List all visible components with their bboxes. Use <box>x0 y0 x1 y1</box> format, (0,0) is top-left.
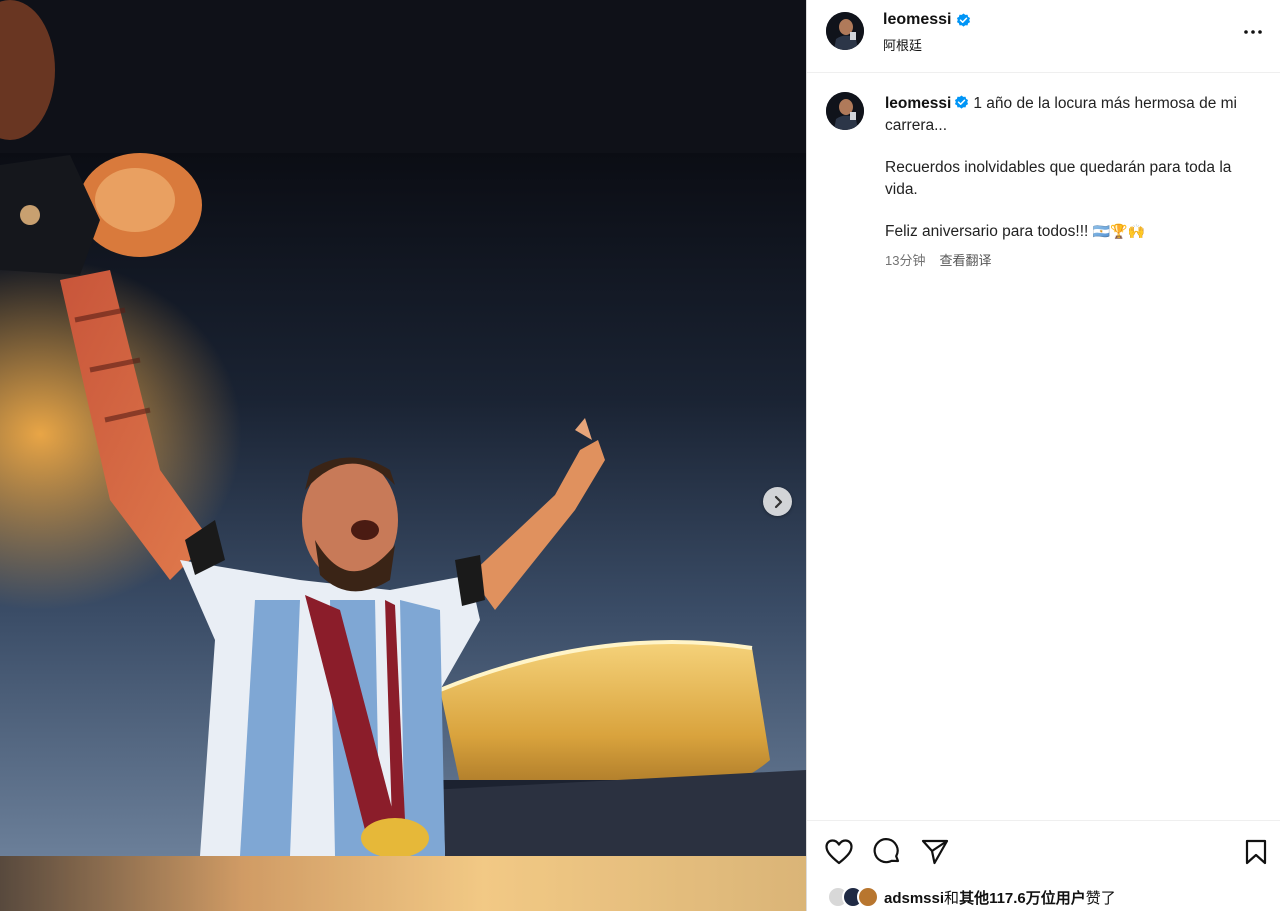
post-location[interactable]: 阿根廷 <box>883 35 922 54</box>
comment-icon <box>873 838 900 864</box>
post-header: leomessi 阿根廷 <box>807 0 1280 73</box>
verified-badge-icon <box>957 12 971 27</box>
like-button[interactable] <box>824 837 854 867</box>
verified-badge-icon <box>955 95 969 109</box>
post-media[interactable] <box>0 0 806 911</box>
bookmark-icon <box>1245 839 1267 865</box>
post-timestamp[interactable]: 13分钟 <box>885 250 925 269</box>
caption-meta: 13分钟 查看翻译 <box>885 250 991 269</box>
header-username[interactable]: leomessi <box>883 11 951 29</box>
heart-icon <box>825 839 853 865</box>
liker-avatar <box>857 886 879 908</box>
save-button[interactable] <box>1241 837 1271 867</box>
post-caption: leomessi 1 año de la locura más hermosa … <box>885 93 1260 243</box>
caption-emojis: 🇦🇷🏆🙌 <box>1092 224 1145 240</box>
post-side-panel: leomessi 阿根廷 leomessi 1 año de la locura… <box>806 0 1280 911</box>
comment-button[interactable] <box>872 837 902 867</box>
caption-line-3: Feliz aniversario para todos!!! <box>885 223 1089 240</box>
caption-avatar[interactable] <box>826 92 864 130</box>
carousel-next-button[interactable] <box>763 487 792 516</box>
likes-suffix: 赞了 <box>1085 889 1116 907</box>
comments-area: leomessi 1 año de la locura más hermosa … <box>807 73 1280 820</box>
post-photo <box>0 0 806 911</box>
more-horizontal-icon <box>1244 30 1262 34</box>
likes-count-link[interactable]: 其他117.6万位用户 <box>959 890 1086 907</box>
liker-username[interactable]: adsmssi <box>884 890 944 907</box>
action-bar: adsmssi和其他117.6万位用户赞了 <box>807 820 1280 912</box>
more-options-button[interactable] <box>1241 22 1265 42</box>
likes-and: 和 <box>944 889 960 907</box>
share-button[interactable] <box>920 837 950 867</box>
chevron-right-icon <box>774 495 782 508</box>
likes-summary: adsmssi和其他117.6万位用户赞了 <box>827 886 1116 908</box>
avatar-image <box>826 92 864 130</box>
avatar[interactable] <box>826 12 864 50</box>
caption-line-2: Recuerdos inolvidables que quedarán para… <box>885 159 1232 198</box>
see-translation-link[interactable]: 查看翻译 <box>939 250 991 269</box>
avatar-image <box>826 12 864 50</box>
share-icon <box>921 839 949 865</box>
caption-username[interactable]: leomessi <box>885 95 951 112</box>
